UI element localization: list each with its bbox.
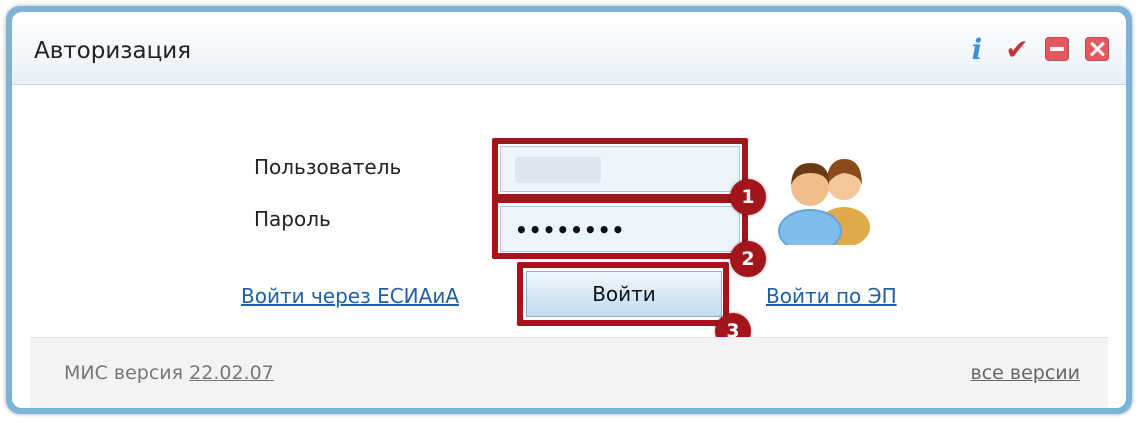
login-button[interactable]: Войти bbox=[526, 271, 722, 317]
window-content: Авторизация i ✔ Пользователь Пароль ••••… bbox=[12, 12, 1126, 408]
version-info: МИС версия 22.02.07 bbox=[64, 362, 274, 384]
login-form: Пользователь Пароль •••••••• 1 2 Войти ч… bbox=[12, 85, 1126, 408]
username-label: Пользователь bbox=[254, 155, 402, 179]
users-icon bbox=[778, 159, 870, 245]
titlebar: Авторизация i ✔ bbox=[12, 12, 1126, 85]
ep-login-link[interactable]: Войти по ЭП bbox=[766, 284, 897, 308]
esia-login-link[interactable]: Войти через ЕСИАиА bbox=[241, 284, 459, 308]
titlebar-controls: i ✔ bbox=[962, 33, 1112, 66]
highlight-box-1 bbox=[492, 138, 748, 200]
info-icon[interactable]: i bbox=[962, 33, 992, 66]
step-badge-2: 2 bbox=[730, 241, 766, 277]
version-label: МИС версия bbox=[64, 362, 184, 384]
footer-bar: МИС версия 22.02.07 все версии bbox=[30, 337, 1108, 408]
step-badge-1: 1 bbox=[730, 179, 766, 215]
password-label: Пароль bbox=[254, 207, 331, 231]
highlight-box-2 bbox=[492, 197, 748, 259]
close-icon[interactable] bbox=[1082, 34, 1112, 64]
all-versions-link[interactable]: все версии bbox=[971, 362, 1080, 384]
window-title: Авторизация bbox=[34, 38, 192, 64]
login-window: Авторизация i ✔ Пользователь Пароль ••••… bbox=[6, 6, 1132, 414]
check-icon[interactable]: ✔ bbox=[1002, 33, 1032, 66]
version-number-link[interactable]: 22.02.07 bbox=[189, 362, 274, 384]
minimize-icon[interactable] bbox=[1042, 34, 1072, 64]
